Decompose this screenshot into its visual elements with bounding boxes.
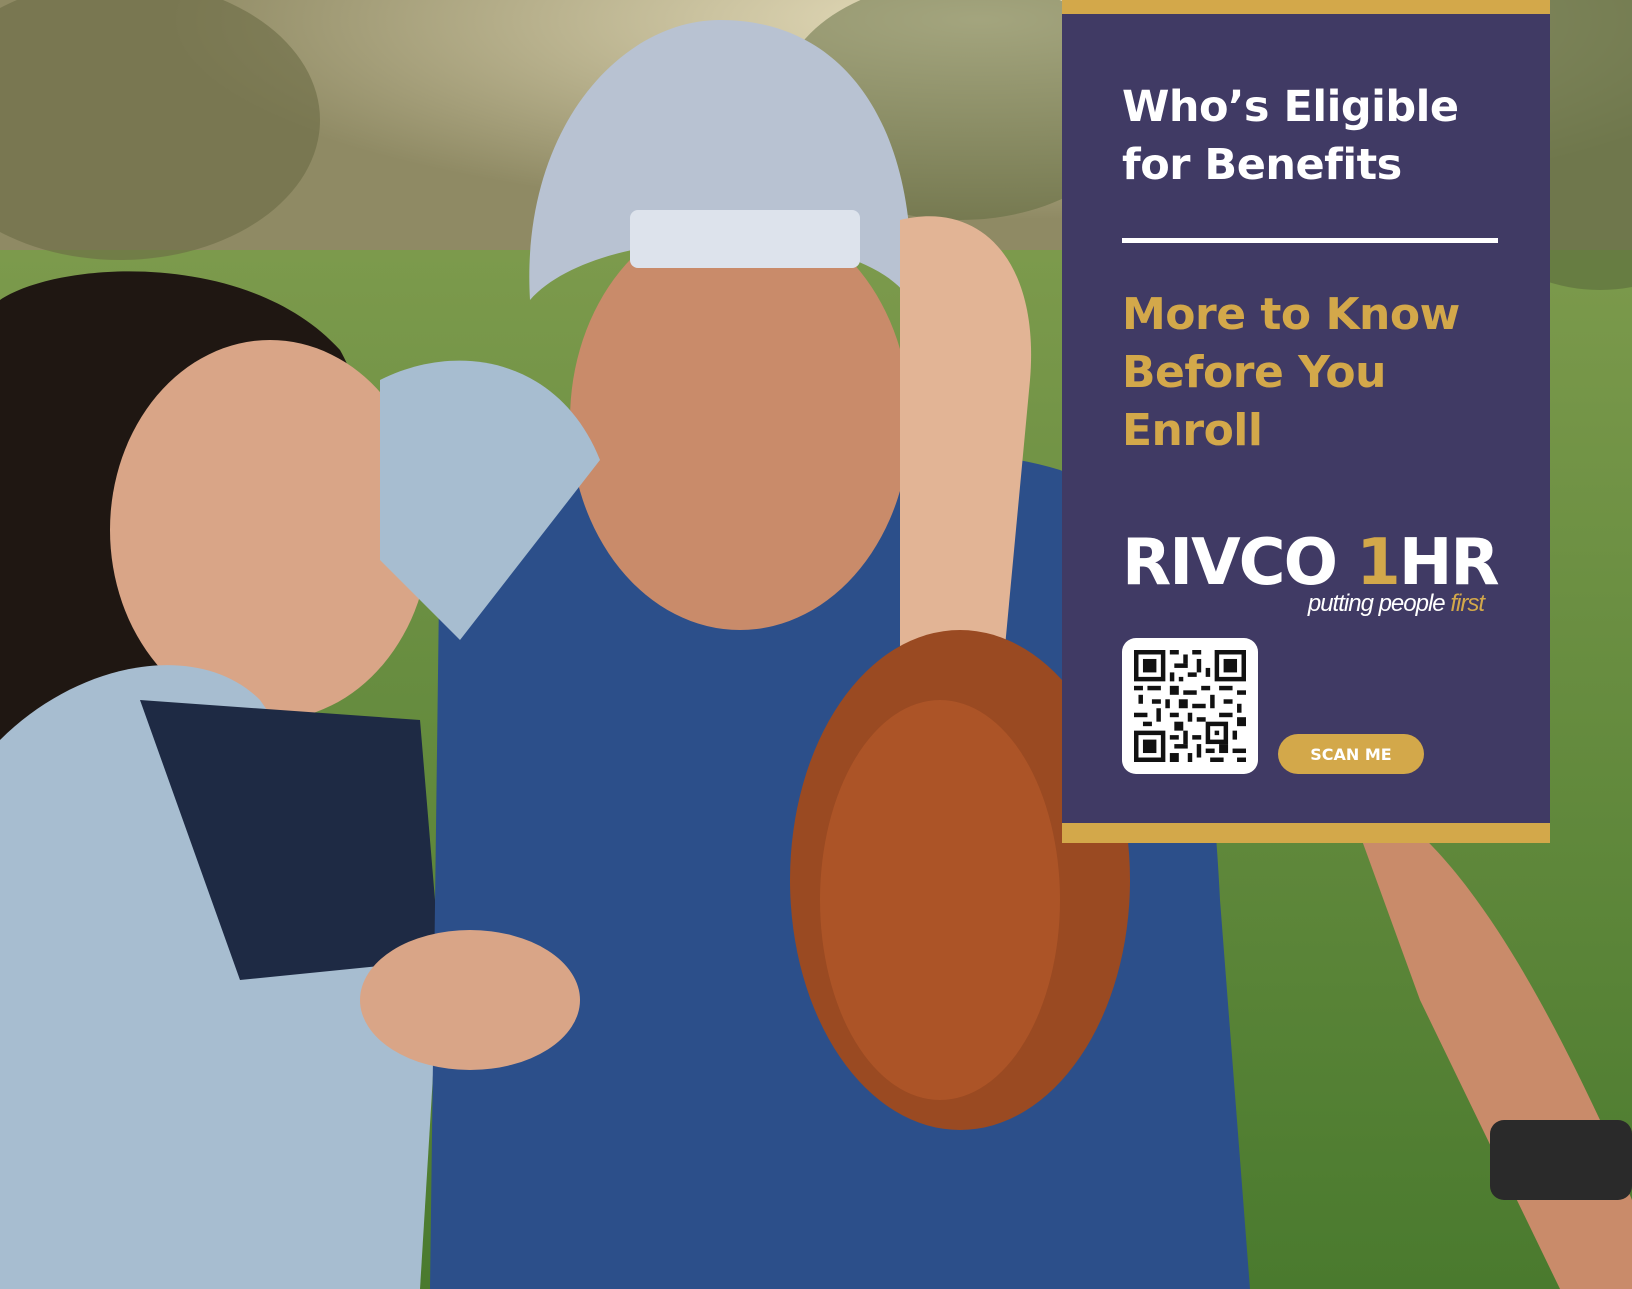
panel-title: Who’s Eligible for Benefits	[1122, 82, 1459, 190]
logo-tagline: putting people first	[1307, 590, 1485, 618]
qr-code-graphic	[1134, 650, 1246, 762]
qr-code-icon[interactable]	[1122, 638, 1258, 774]
rivco-hr-logo: RIVCO 1HR putting people first	[1122, 526, 1500, 628]
logo-wordmark: RIVCO 1HR	[1122, 526, 1500, 600]
logo-numeral: 1	[1356, 526, 1401, 600]
gold-top-bar	[1062, 0, 1550, 14]
logo-word-rivco: RIVCO	[1122, 526, 1357, 600]
tagline-plain: putting people	[1307, 590, 1451, 617]
info-panel: Who’s Eligible for Benefits More to Know…	[1062, 0, 1550, 843]
gold-bottom-bar	[1062, 823, 1550, 843]
panel-subtitle: More to Know Before You Enroll	[1122, 289, 1460, 456]
tagline-accent: first	[1450, 590, 1485, 617]
logo-word-hr: HR	[1398, 526, 1500, 600]
divider	[1122, 238, 1498, 243]
scan-me-button[interactable]: SCAN ME	[1278, 734, 1424, 774]
